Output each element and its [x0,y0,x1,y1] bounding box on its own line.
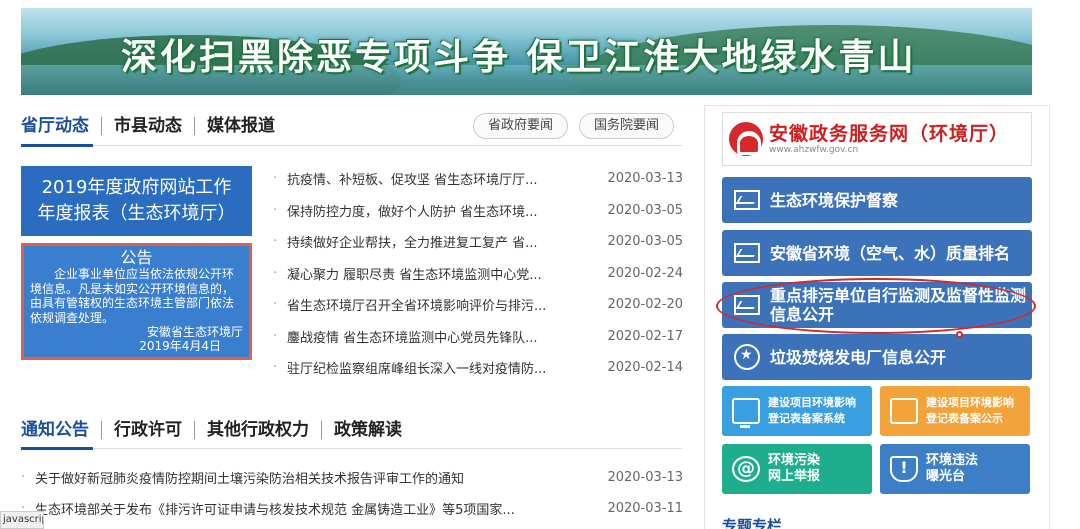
pollutant-monitoring-button[interactable]: 重点排污单位自行监测及监督性监测信息公开 [722,282,1032,328]
notice-tab-active-bar [21,447,93,450]
list-item[interactable]: · 抗疫情、补短板、促攻坚 省生态环境厅厅... 2020-03-13 [273,163,683,195]
tab-province-news[interactable]: 省厅动态 [21,117,101,135]
top-banner: 深化扫黑除恶专项斗争 保卫江淮大地绿水青山 [21,8,1032,95]
list-item[interactable]: · 省生态环境厅召开全省环境影响评价与排污... 2020-02-20 [273,289,683,321]
list-item[interactable]: · 驻厅纪检监察组席峰组长深入一线对疫情防... 2020-02-14 [273,352,683,384]
list-item[interactable]: · 生态环境部关于发布《排污许可证申请与核发技术规范 金属铸造工业》等5项国家..… [21,493,683,524]
notice-title[interactable]: 关于做好新冠肺炎疫情防控期间土壤污染防治相关技术报告评审工作的通知 [35,468,603,487]
gov-service-logo-icon [729,122,763,156]
eia-registration-publicity-tile[interactable]: 建设项目环境影响 登记表备案公示 [880,386,1030,436]
pollution-report-tile[interactable]: @ 环境污染 网上举报 [722,444,872,494]
news-date: 2020-03-05 [607,202,683,218]
list-item[interactable]: · 关于做好新冠肺炎疫情防控期间土壤污染防治相关技术报告评审工作的通知 2020-0… [21,462,683,493]
tile-line: 曝光台 [926,469,966,484]
bullet: · [273,202,278,218]
bullet: · [273,265,278,281]
notice-date: 2020-03-13 [607,470,683,485]
quality-ranking-button[interactable]: 安徽省环境（空气、水）质量排名 [722,230,1032,276]
notice-date: 2020-03-11 [607,501,683,516]
annual-report-banner[interactable]: 2019年度政府网站工作 年度报表（生态环境厅） [21,166,252,236]
annual-report-line1: 2019年度政府网站工作 [41,177,232,198]
pollutant-monitoring-label: 重点排污单位自行监测及监督性监测信息公开 [770,286,1027,324]
tile-line: 网上举报 [768,469,821,484]
notice-list: · 关于做好新冠肺炎疫情防控期间土壤污染防治相关技术报告评审工作的通知 2020-0… [21,462,683,524]
annual-report-line2: 年度报表（生态环境厅） [37,203,236,224]
status-bar: javascript:void(0) [0,511,44,529]
red-annotation-dot [956,331,963,338]
tab-media-reports[interactable]: 媒体报道 [194,117,287,135]
bullet: · [273,297,278,313]
news-date: 2020-03-05 [607,234,683,250]
chart-icon [734,295,760,315]
gov-service-url: www.ahzwfw.gov.cn [769,145,859,155]
news-list: · 抗疫情、补短板、促攻坚 省生态环境厅厅... 2020-03-13 · 保持防控力… [273,163,683,384]
news-title[interactable]: 持续做好企业帮扶，全力推进复工复产 省... [287,232,603,251]
gov-service-link[interactable]: 安徽政务服务网（环境厅） www.ahzwfw.gov.cn [722,112,1032,166]
notice-tabs: 通知公告 行政许可 其他行政权力 政策解读 [21,421,414,439]
news-title[interactable]: 保持防控力度，做好个人防护 省生态环境... [287,201,603,220]
tab-admin-license[interactable]: 行政许可 [101,421,194,439]
eco-inspection-button[interactable]: 生态环境保护督察 [722,177,1032,223]
news-title[interactable]: 凝心聚力 履职尽责 省生态环境监测中心党... [287,264,603,283]
list-item[interactable]: · 凝心聚力 履职尽责 省生态环境监测中心党... 2020-02-24 [273,258,683,290]
news-date: 2020-03-13 [607,171,683,187]
special-column-title: 专题专栏 [722,517,783,529]
news-date: 2020-02-20 [607,297,683,313]
tile-line: 环境污染 [768,453,821,468]
news-title[interactable]: 省生态环境厅召开全省环境影响评价与排污... [287,295,603,314]
list-item[interactable]: · 保持防控力度，做好个人防护 省生态环境... 2020-03-05 [273,195,683,227]
tab-policy-interpretation[interactable]: 政策解读 [321,421,414,439]
news-title[interactable]: 抗疫情、补短板、促攻坚 省生态环境厅厅... [287,169,603,188]
gov-service-title: 安徽政务服务网（环境厅） [769,123,1010,145]
tab-notices[interactable]: 通知公告 [21,421,101,439]
bullet: · [273,171,278,187]
quality-ranking-label: 安徽省环境（空气、水）质量排名 [770,243,1011,263]
shield-icon: ! [890,456,918,482]
banner-slogan: 深化扫黑除恶专项斗争 保卫江淮大地绿水青山 [121,37,917,78]
news-date: 2020-02-24 [607,265,683,281]
tile-line: 登记表备案系统 [768,412,845,425]
at-icon: @ [732,456,760,482]
notice-tabs-divider [21,447,682,450]
announcement-box[interactable]: 公告 企业事业单位应当依法依规公开环境信息。凡是未如实公开环境信息的，由具有管辖… [21,243,252,360]
bullet: · [21,470,26,485]
monitor-icon [732,398,760,428]
province-gov-news-pill[interactable]: 省政府要闻 [473,113,569,139]
list-item[interactable]: · 持续做好企业帮扶，全力推进复工复产 省... 2020-03-05 [273,226,683,258]
news-date: 2020-02-14 [607,360,683,376]
news-title[interactable]: 鏖战疫情 省生态环境监测中心党员先锋队... [287,327,603,346]
news-date: 2020-02-17 [607,328,683,344]
violation-exposure-tile[interactable]: ! 环境违法 曝光台 [880,444,1030,494]
tile-line: 环境违法 [926,453,979,468]
document-icon [890,398,918,424]
waste-incineration-button[interactable]: 垃圾焚烧发电厂信息公开 [722,334,1032,380]
bullet: · [273,234,278,250]
news-tabs: 省厅动态 市县动态 媒体报道 [21,117,287,135]
tab-city-news[interactable]: 市县动态 [101,117,194,135]
medal-icon [734,344,760,370]
chart-icon [734,190,760,210]
news-title[interactable]: 驻厅纪检监察组席峰组长深入一线对疫情防... [287,358,603,377]
tile-line: 登记表备案公示 [926,412,1003,425]
announcement-title: 公告 [120,248,153,267]
tile-line: 建设项目环境影响 [768,396,856,409]
tile-line: 建设项目环境影响 [926,396,1014,409]
eia-registration-system-tile[interactable]: 建设项目环境影响 登记表备案系统 [722,386,872,436]
chart-icon [734,243,760,263]
notice-title[interactable]: 生态环境部关于发布《排污许可证申请与核发技术规范 金属铸造工业》等5项国家... [35,499,603,518]
state-council-news-pill[interactable]: 国务院要闻 [579,113,675,139]
news-tab-active-bar [21,144,93,147]
list-item[interactable]: · 鏖战疫情 省生态环境监测中心党员先锋队... 2020-02-17 [273,321,683,353]
bullet: · [273,328,278,344]
waste-incineration-label: 垃圾焚烧发电厂信息公开 [770,347,947,367]
news-tabs-divider [21,144,682,147]
bullet: · [273,360,278,376]
tab-other-powers[interactable]: 其他行政权力 [194,421,321,439]
eco-inspection-label: 生态环境保护督察 [770,190,899,210]
announcement-date: 2019年4月4日 [139,339,221,353]
announcement-org: 安徽省生态环境厅 [146,325,243,339]
announcement-body: 企业事业单位应当依法依规公开环境信息。凡是未如实公开环境信息的，由具有管辖权的生… [30,267,235,325]
